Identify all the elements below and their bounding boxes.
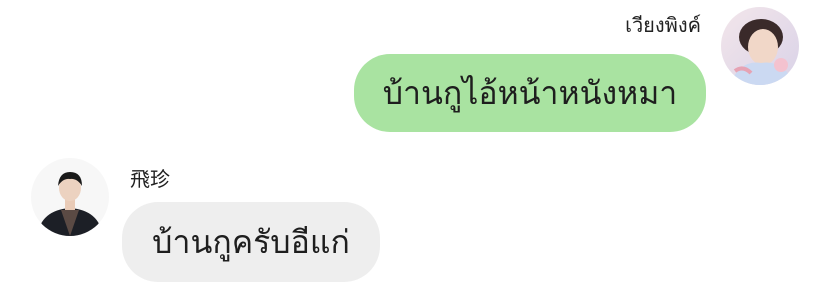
avatar-photo — [31, 158, 109, 236]
message-bubble[interactable]: บ้านกูครับอีแก่ — [122, 202, 380, 282]
sender-name: 飛珍 — [130, 167, 170, 191]
avatar[interactable] — [31, 158, 109, 236]
sender-name: เวียงพิงค์ — [625, 13, 701, 37]
avatar[interactable] — [721, 7, 799, 85]
avatar-photo — [721, 7, 799, 85]
message-bubble[interactable]: บ้านกูไอ้หน้าหนังหมา — [354, 54, 706, 132]
